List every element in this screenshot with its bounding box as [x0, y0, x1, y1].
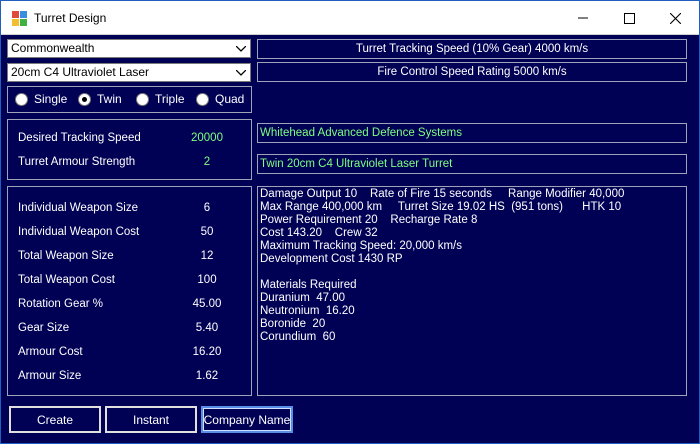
chevron-down-icon: [232, 64, 250, 81]
company-name-field[interactable]: Whitehead Advanced Defence Systems: [257, 123, 687, 143]
radio-twin-label: Twin: [97, 92, 122, 106]
stat-value: 1.62: [195, 370, 219, 382]
maximize-button[interactable]: [606, 1, 652, 35]
stat-label: Total Weapon Size: [18, 250, 114, 262]
inputs-panel: [7, 119, 252, 180]
armour-strength-label: Turret Armour Strength: [18, 156, 136, 168]
create-button[interactable]: Create: [9, 406, 101, 433]
design-details: Damage Output 10 Rate of Fire 15 seconds…: [257, 186, 687, 396]
stat-value: 45.00: [192, 298, 222, 310]
minimize-icon: [578, 17, 588, 19]
maximize-icon: [623, 12, 635, 24]
weapon-select[interactable]: 20cm C4 Ultraviolet Laser: [7, 63, 251, 82]
tracking-speed-info: Turret Tracking Speed (10% Gear) 4000 km…: [257, 39, 687, 59]
radio-triple-label: Triple: [155, 92, 185, 106]
app-icon: [12, 11, 27, 26]
details-line: Power Requirement 20 Recharge Rate 8: [260, 214, 478, 226]
stat-value: 5.40: [195, 322, 219, 334]
stat-value: 50: [200, 226, 214, 238]
radio-button-icon: [78, 92, 91, 106]
stat-value: 6: [203, 202, 211, 214]
empire-select[interactable]: Commonwealth: [7, 39, 251, 58]
stat-value: 12: [200, 250, 214, 262]
turret-design-window: Turret Design Commonwealth 20cm C4 Ultra…: [0, 0, 700, 444]
stats-panel: [7, 186, 252, 396]
radio-button-icon: [196, 92, 209, 106]
stat-label: Armour Cost: [18, 346, 83, 358]
radio-twin[interactable]: Twin: [78, 92, 122, 106]
details-line: Duranium 47.00: [260, 292, 346, 304]
design-name-field[interactable]: Twin 20cm C4 Ultraviolet Laser Turret: [257, 154, 687, 174]
weapon-select-value: 20cm C4 Ultraviolet Laser: [11, 65, 150, 79]
radio-triple[interactable]: Triple: [136, 92, 185, 106]
radio-button-icon: [136, 92, 149, 106]
details-line: Max Range 400,000 km Turret Size 19.02 H…: [260, 201, 622, 213]
details-line: Maximum Tracking Speed: 20,000 km/s: [260, 240, 462, 252]
details-line: [260, 266, 684, 279]
details-line: Materials Required: [260, 279, 357, 291]
empire-select-value: Commonwealth: [11, 41, 95, 55]
radio-button-icon: [15, 92, 28, 106]
details-line: Damage Output 10 Rate of Fire 15 seconds…: [260, 188, 625, 200]
radio-quad-label: Quad: [215, 92, 245, 106]
details-line: Corundium 60: [260, 331, 336, 343]
fire-control-info: Fire Control Speed Rating 5000 km/s: [257, 62, 687, 82]
close-button[interactable]: [652, 1, 698, 35]
radio-single-label: Single: [34, 92, 68, 106]
stat-label: Rotation Gear %: [18, 298, 104, 310]
close-icon: [669, 12, 681, 24]
details-line: Neutronium 16.20: [260, 305, 355, 317]
stat-value: 100: [197, 274, 217, 286]
instant-button[interactable]: Instant: [105, 406, 197, 433]
stat-value: 16.20: [192, 346, 222, 358]
minimize-button[interactable]: [560, 1, 606, 35]
details-line: Cost 143.20 Crew 32: [260, 227, 378, 239]
stat-label: Individual Weapon Cost: [18, 226, 140, 238]
details-line: Development Cost 1430 RP: [260, 253, 403, 265]
desired-tracking-input[interactable]: 20000: [177, 132, 237, 144]
radio-single[interactable]: Single: [15, 92, 67, 106]
company-name-button[interactable]: Company Name: [201, 406, 293, 433]
stat-label: Armour Size: [18, 370, 82, 382]
chevron-down-icon: [232, 40, 250, 57]
window-title: Turret Design: [34, 11, 107, 25]
armour-strength-input[interactable]: 2: [177, 156, 237, 168]
radio-quad[interactable]: Quad: [196, 92, 244, 106]
title-bar: Turret Design: [1, 1, 699, 35]
stat-label: Individual Weapon Size: [18, 202, 138, 214]
desired-tracking-label: Desired Tracking Speed: [18, 132, 141, 144]
stat-label: Total Weapon Cost: [18, 274, 115, 286]
details-line: Boronide 20: [260, 318, 326, 330]
stat-label: Gear Size: [18, 322, 70, 334]
